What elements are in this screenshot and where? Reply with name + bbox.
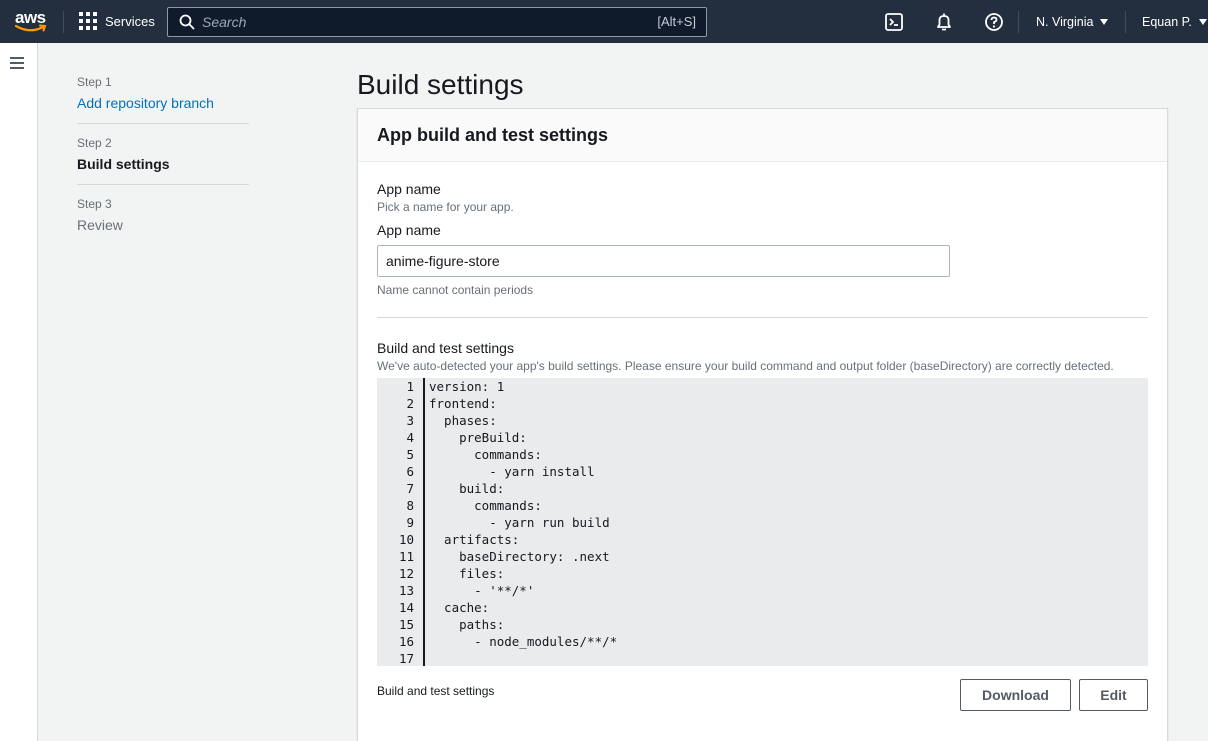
cloudshell-icon[interactable] (884, 12, 904, 32)
search-icon (179, 14, 195, 30)
code-text: frontend: (429, 396, 497, 411)
nav-separator (63, 11, 64, 33)
line-number: 11 (398, 549, 414, 564)
line-number: 3 (406, 413, 414, 428)
edit-button[interactable]: Edit (1079, 679, 1148, 711)
code-text: build: (429, 481, 505, 496)
bell-icon[interactable] (934, 12, 954, 32)
step-number: Step 3 (77, 197, 112, 211)
line-number: 9 (406, 515, 414, 530)
build-settings-panel: App build and test settings App name Pic… (357, 108, 1168, 741)
wizard-step-1: Step 1 Add repository branch (77, 75, 249, 124)
code-text: paths: (429, 617, 505, 632)
line-number: 2 (406, 396, 414, 411)
side-navigation-rail (0, 43, 38, 741)
app-name-section-label: App name (377, 181, 441, 197)
line-number: 5 (406, 447, 414, 462)
caret-down-icon (1100, 19, 1109, 25)
line-number: 7 (406, 481, 414, 496)
aws-smile-icon (14, 24, 47, 32)
menu-icon[interactable] (10, 57, 24, 69)
panel-title: App build and test settings (377, 125, 609, 145)
download-button[interactable]: Download (960, 679, 1071, 711)
services-label: Services (105, 13, 155, 29)
line-number: 1 (406, 379, 414, 394)
user-name: Equan P. (1142, 15, 1192, 29)
search-input[interactable] (202, 12, 642, 32)
code-text: - yarn install (429, 464, 595, 479)
build-settings-section-description: We've auto-detected your app's build set… (377, 359, 1114, 373)
code-text: phases: (429, 413, 497, 428)
code-text: version: 1 (429, 379, 505, 394)
search-shortcut: [Alt+S] (657, 14, 696, 29)
code-text: - yarn run build (429, 515, 610, 530)
app-name-section-description: Pick a name for your app. (377, 200, 514, 214)
code-text: cache: (429, 600, 490, 615)
caret-down-icon (1198, 19, 1207, 25)
wizard-step-3: Step 3 Review (77, 197, 249, 245)
build-settings-section-label: Build and test settings (377, 340, 514, 356)
nav-separator (1018, 11, 1019, 33)
user-menu[interactable]: Equan P. (1142, 15, 1207, 29)
page-title: Build settings (357, 69, 524, 100)
region-label: N. Virginia (1036, 15, 1094, 29)
wizard-step-2: Step 2 Build settings (77, 136, 249, 185)
code-text: baseDirectory: .next (429, 549, 610, 564)
step-label-build-settings: Build settings (77, 156, 170, 172)
step-number: Step 2 (77, 136, 112, 150)
wizard-steps: Step 1 Add repository branch Step 2 Buil… (77, 75, 249, 257)
top-navigation: aws Services [Alt+S] N. Virgini (0, 0, 1208, 43)
aws-logo[interactable]: aws (14, 8, 48, 35)
region-selector[interactable]: N. Virginia (1036, 15, 1109, 29)
line-number: 13 (398, 583, 414, 598)
app-name-constraint: Name cannot contain periods (377, 283, 534, 297)
services-menu-button[interactable]: Services (79, 12, 155, 30)
line-number: 10 (398, 532, 414, 547)
grid-icon (79, 12, 97, 30)
line-number: 8 (406, 498, 414, 513)
build-settings-footer-note: Build and test settings (377, 684, 495, 698)
code-text: preBuild: (429, 430, 527, 445)
app-name-input[interactable] (377, 245, 950, 277)
line-number: 17 (398, 651, 414, 666)
step-label-review: Review (77, 217, 123, 233)
search-bar[interactable]: [Alt+S] (167, 7, 707, 37)
panel-header: App build and test settings (358, 109, 1167, 162)
code-text: artifacts: (429, 532, 520, 547)
build-spec-code-editor[interactable]: 1 version: 1 2 frontend: 3 phases: 4 preBuild… (377, 378, 1148, 666)
line-number: 6 (406, 464, 414, 479)
section-divider (377, 317, 1148, 318)
line-number: 4 (406, 430, 414, 445)
help-icon[interactable] (984, 12, 1004, 32)
nav-separator (1125, 11, 1126, 33)
code-text: commands: (429, 498, 542, 513)
step-link-add-repository-branch[interactable]: Add repository branch (77, 95, 249, 112)
code-text: - '**/*' (429, 583, 535, 598)
app-name-input-label: App name (377, 222, 441, 238)
step-number: Step 1 (77, 75, 112, 89)
line-number: 12 (398, 566, 414, 581)
code-text: files: (429, 566, 505, 581)
code-text: commands: (429, 447, 542, 462)
line-number: 14 (398, 600, 414, 615)
line-number: 15 (398, 617, 414, 632)
code-text: - node_modules/**/* (429, 634, 618, 649)
line-number: 16 (398, 634, 414, 649)
